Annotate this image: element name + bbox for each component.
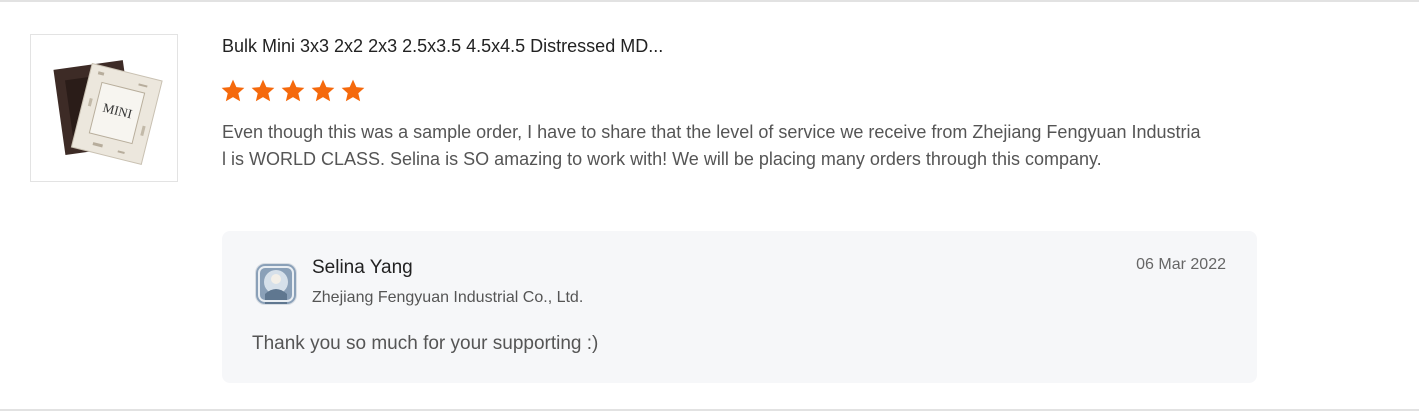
avatar-icon bbox=[255, 263, 297, 305]
star-icon bbox=[221, 79, 245, 102]
star-rating bbox=[220, 78, 366, 104]
photo-frame-icon: MINI bbox=[53, 60, 163, 166]
reply-text: Thank you so much for your supporting :) bbox=[252, 333, 599, 354]
seller-reply: Selina Yang Zhejiang Fengyuan Industrial… bbox=[222, 231, 1257, 383]
star-icon bbox=[311, 79, 335, 102]
replier-name: Selina Yang bbox=[312, 257, 413, 278]
reply-date: 06 Mar 2022 bbox=[1136, 256, 1226, 273]
star-icon bbox=[281, 79, 305, 102]
review-text: Even though this was a sample order, I h… bbox=[222, 122, 1201, 169]
product-thumbnail[interactable]: MINI bbox=[30, 34, 178, 182]
replier-company: Zhejiang Fengyuan Industrial Co., Ltd. bbox=[312, 289, 584, 306]
star-icon bbox=[341, 79, 365, 102]
review-card: MINI Bulk Mini 3x3 2x2 2x3 2.5x3.5 4.5x4… bbox=[0, 0, 1419, 411]
product-title[interactable]: Bulk Mini 3x3 2x2 2x3 2.5x3.5 4.5x4.5 Di… bbox=[222, 36, 663, 57]
star-icon bbox=[251, 79, 275, 102]
